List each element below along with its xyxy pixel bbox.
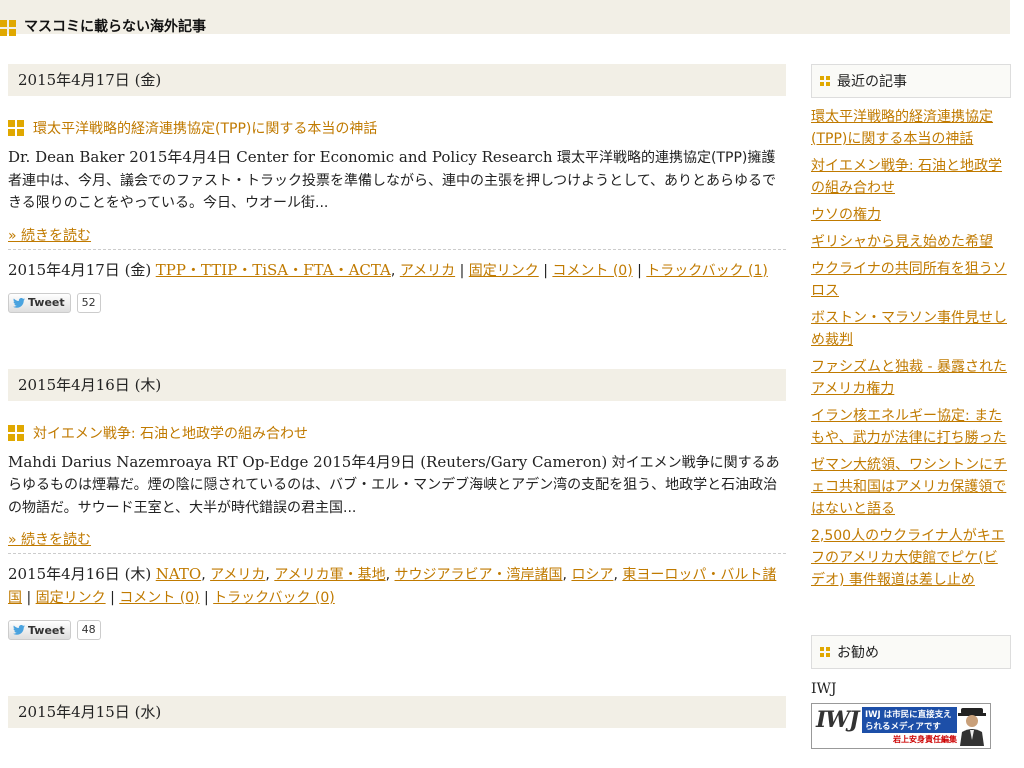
comments-link[interactable]: コメント (0) (119, 590, 199, 606)
list-item: ゼマン大統領、ワシントンにチェコ共和国はアメリカ保護領ではないと語る (811, 454, 1011, 520)
recent-posts-heading: 最近の記事 (811, 64, 1011, 98)
tweet-button[interactable]: Tweet (8, 620, 71, 640)
person-photo-icon (958, 708, 986, 746)
list-item: 2,500人のウクライナ人がキエフのアメリカ大使館でピケ(ビデオ) 事件報道は差… (811, 525, 1011, 591)
sidebar: 最近の記事 環太平洋戦略的経済連携協定(TPP)に関する本当の神話 対イエメン戦… (811, 64, 1011, 749)
entry: 2015年4月15日 (水) (8, 696, 786, 728)
tweet-count[interactable]: 52 (76, 292, 101, 313)
recent-post-link[interactable]: 2,500人のウクライナ人がキエフのアメリカ大使館でピケ(ビデオ) 事件報道は差… (811, 528, 1005, 588)
entry-title-link[interactable]: 環太平洋戦略的経済連携協定(TPP)に関する本当の神話 (33, 118, 377, 138)
list-item: イラン核エネルギー協定: またもや、武力が法律に打ち勝った (811, 405, 1011, 449)
recent-post-link[interactable]: ボストン・マラソン事件見せしめ裁判 (811, 310, 1007, 348)
entry-date: 2015年4月16日 (木) (8, 565, 152, 583)
comments-link[interactable]: コメント (0) (552, 263, 632, 279)
category-link[interactable]: ロシア (571, 567, 613, 583)
four-squares-icon (8, 120, 24, 136)
date-heading: 2015年4月15日 (水) (8, 696, 786, 728)
list-item: ウクライナの共同所有を狙うソロス (811, 258, 1011, 302)
category-link[interactable]: NATO (156, 565, 201, 583)
tweet-count[interactable]: 48 (76, 620, 101, 640)
blog-title[interactable]: マスコミに載らない海外記事 (24, 16, 206, 36)
twitter-bird-icon (13, 297, 25, 308)
recent-post-link[interactable]: 環太平洋戦略的経済連携協定(TPP)に関する本当の神話 (811, 109, 993, 147)
recommended-title: お勧め (837, 645, 879, 661)
tweet-label: Tweet (28, 623, 65, 637)
twitter-bird-icon (13, 625, 25, 635)
entry: 2015年4月16日 (木) 対イエメン戦争: 石油と地政学の組み合わせ Mah… (8, 368, 786, 640)
list-item: ファシズムと独裁 - 暴露されたアメリカ権力 (811, 356, 1011, 400)
recent-posts-title: 最近の記事 (837, 74, 907, 90)
entry-date: 2015年4月17日 (金) (8, 260, 152, 279)
four-squares-icon (0, 20, 16, 36)
permalink-link[interactable]: 固定リンク (469, 263, 539, 279)
entry-footer: 2015年4月17日 (金) TPP・TTIP・TiSA・FTA・ACTA, ア… (8, 248, 786, 283)
four-squares-icon (820, 647, 830, 657)
recent-post-link[interactable]: イラン核エネルギー協定: またもや、武力が法律に打ち勝った (811, 408, 1007, 446)
iwj-logo: IWJ (816, 707, 859, 733)
recent-post-link[interactable]: 対イエメン戦争: 石油と地政学の組み合わせ (811, 158, 1002, 196)
entry-excerpt: Mahdi Darius Nazemroaya RT Op-Edge 2015年… (8, 451, 786, 520)
banner-editor: 岩上安身責任編集 (893, 735, 957, 744)
list-item: ボストン・マラソン事件見せしめ裁判 (811, 307, 1011, 351)
recent-post-link[interactable]: ウクライナの共同所有を狙うソロス (811, 261, 1007, 299)
trackback-link[interactable]: トラックバック (1) (646, 263, 768, 279)
date-heading: 2015年4月16日 (木) (8, 368, 786, 401)
four-squares-icon (820, 76, 830, 86)
category-link[interactable]: サウジアラビア・湾岸諸国 (395, 567, 563, 583)
list-item: 環太平洋戦略的経済連携協定(TPP)に関する本当の神話 (811, 106, 1011, 150)
entry-footer: 2015年4月16日 (木) NATO, アメリカ, アメリカ軍・基地, サウジ… (8, 553, 786, 610)
list-item: ウソの権力 (811, 204, 1011, 226)
recent-post-link[interactable]: ウソの権力 (811, 207, 881, 223)
list-item: ギリシャから見え始めた希望 (811, 231, 1011, 253)
date-heading: 2015年4月17日 (金) (8, 64, 786, 96)
tweet-label: Tweet (28, 296, 65, 309)
category-link[interactable]: アメリカ (400, 263, 455, 279)
banner-tagline: IWJ は市民に直接支えられるメディアです (862, 707, 957, 733)
permalink-link[interactable]: 固定リンク (36, 590, 106, 606)
list-item: 対イエメン戦争: 石油と地政学の組み合わせ (811, 155, 1011, 199)
main-content: 2015年4月17日 (金) 環太平洋戦略的経済連携協定(TPP)に関する本当の… (8, 64, 786, 728)
recent-post-link[interactable]: ゼマン大統領、ワシントンにチェコ共和国はアメリカ保護領ではないと語る (811, 457, 1007, 517)
four-squares-icon (8, 424, 24, 441)
recent-post-link[interactable]: ファシズムと独裁 - 暴露されたアメリカ権力 (811, 359, 1007, 397)
tweet-button[interactable]: Tweet (8, 292, 71, 313)
entry: 2015年4月17日 (金) 環太平洋戦略的経済連携協定(TPP)に関する本当の… (8, 64, 786, 313)
recent-post-link[interactable]: ギリシャから見え始めた希望 (811, 234, 993, 250)
recommended-heading: お勧め (811, 635, 1011, 669)
read-more-link[interactable]: » 続きを読む (8, 225, 786, 245)
excerpt-source: Dr. Dean Baker 2015年4月4日 Center for Econ… (8, 148, 553, 166)
category-link[interactable]: TPP・TTIP・TiSA・FTA・ACTA (156, 261, 391, 279)
recent-posts-list: 環太平洋戦略的経済連携協定(TPP)に関する本当の神話 対イエメン戦争: 石油と… (811, 106, 1011, 591)
trackback-link[interactable]: トラックバック (0) (213, 590, 335, 606)
read-more-link[interactable]: » 続きを読む (8, 529, 786, 549)
category-link[interactable]: アメリカ (210, 567, 265, 583)
recommended-label: IWJ (811, 681, 837, 697)
category-link[interactable]: アメリカ軍・基地 (274, 567, 385, 583)
iwj-banner[interactable]: IWJ IWJ は市民に直接支えられるメディアです 岩上安身責任編集 (811, 703, 991, 749)
excerpt-source: Mahdi Darius Nazemroaya RT Op-Edge 2015年… (8, 452, 608, 471)
entry-excerpt: Dr. Dean Baker 2015年4月4日 Center for Econ… (8, 146, 786, 215)
entry-title-link[interactable]: 対イエメン戦争: 石油と地政学の組み合わせ (33, 423, 308, 443)
